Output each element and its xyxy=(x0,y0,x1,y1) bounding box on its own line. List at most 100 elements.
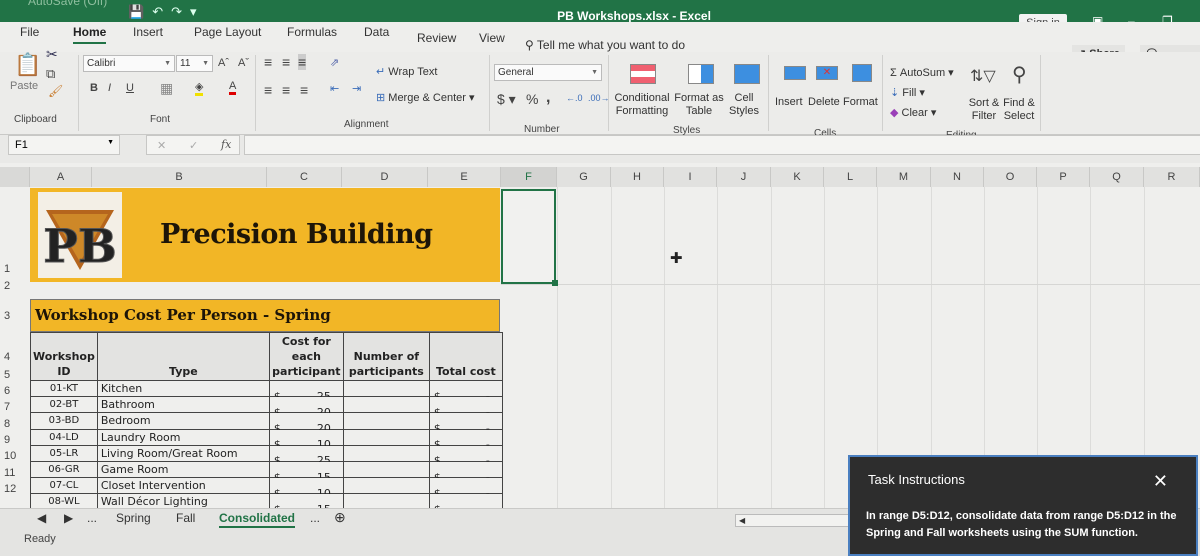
font-size-combo[interactable]: 11 ▼ xyxy=(176,55,213,72)
decrease-decimal-icon[interactable]: .00→ xyxy=(588,93,610,103)
bold-button[interactable]: B xyxy=(90,82,98,94)
fill-handle[interactable] xyxy=(552,280,558,286)
format-as-table-button[interactable]: Format as Table xyxy=(673,92,725,118)
column-header[interactable]: C xyxy=(267,167,342,187)
sheet-tab-consolidated[interactable]: Consolidated xyxy=(219,511,296,528)
cancel-icon[interactable]: ✕ xyxy=(157,139,166,152)
bottom-align-icon[interactable]: ≡ xyxy=(298,54,307,70)
cell-participants[interactable] xyxy=(342,444,430,462)
conditional-formatting-button[interactable]: Conditional Formatting xyxy=(613,92,671,118)
cell-total[interactable]: $- xyxy=(428,493,503,508)
cell-type[interactable]: Game Room xyxy=(96,460,270,479)
column-header[interactable]: P xyxy=(1037,167,1090,187)
copy-icon[interactable]: ⧉ xyxy=(46,66,55,82)
cell-type[interactable]: Wall Décor Lighting xyxy=(96,493,270,508)
row-header[interactable]: 10 xyxy=(0,450,30,462)
tab-data[interactable]: Data xyxy=(364,25,389,39)
format-cells-icon[interactable] xyxy=(852,64,872,82)
column-header[interactable]: I xyxy=(664,167,717,187)
find-icon[interactable]: ⚲ xyxy=(1012,62,1027,87)
cell-cost[interactable]: $20 xyxy=(268,412,344,435)
decrease-font-icon[interactable]: Aˇ xyxy=(238,57,249,69)
cell-styles-button[interactable]: Cell Styles xyxy=(725,92,763,118)
column-header[interactable]: M xyxy=(877,167,931,187)
cell-total[interactable]: $- xyxy=(428,444,503,467)
font-color-icon[interactable]: A xyxy=(229,80,237,95)
column-header[interactable]: E xyxy=(428,167,501,187)
row-header[interactable]: 9 xyxy=(0,434,30,446)
sheet-tab-fall[interactable]: Fall xyxy=(176,511,195,525)
cell-total[interactable]: $- xyxy=(428,379,503,403)
tell-me-search[interactable]: ⚲ Tell me what you want to do xyxy=(525,38,685,52)
new-sheet-icon[interactable]: ⊕ xyxy=(334,509,346,526)
cell-total[interactable]: $- xyxy=(428,460,503,484)
cell-workshop-id[interactable]: 05-LR xyxy=(30,444,98,462)
column-header-selected[interactable]: F xyxy=(501,167,557,187)
scroll-tabs-right-icon[interactable]: ▶ xyxy=(64,511,73,525)
cell-participants[interactable] xyxy=(342,379,430,398)
column-header[interactable]: Q xyxy=(1090,167,1144,187)
cell-workshop-id[interactable]: 07-CL xyxy=(30,477,98,495)
sheet-tab-spring[interactable]: Spring xyxy=(116,511,151,525)
cell-type[interactable]: Bathroom xyxy=(96,396,270,414)
cell-cost[interactable]: $25 xyxy=(268,444,344,467)
column-header[interactable]: O xyxy=(984,167,1037,187)
find-select-button[interactable]: Find & Select xyxy=(998,97,1040,123)
fill-color-icon[interactable]: ◈ xyxy=(195,80,204,96)
cell-cost[interactable]: $10 xyxy=(268,477,344,500)
more-tabs-left[interactable]: ... xyxy=(87,511,97,525)
row-header[interactable]: 7 xyxy=(0,401,30,413)
cell-participants[interactable] xyxy=(342,493,430,508)
cell-workshop-id[interactable]: 06-GR xyxy=(30,460,98,479)
font-name-combo[interactable]: Calibri ▼ xyxy=(83,55,175,72)
cell-type[interactable]: Closet Intervention xyxy=(96,477,270,495)
enter-icon[interactable]: ✓ xyxy=(189,139,198,152)
number-format-combo[interactable]: General ▼ xyxy=(494,64,602,81)
header-cost[interactable]: Cost for each participant xyxy=(268,332,344,381)
borders-icon[interactable]: ▦ xyxy=(160,80,173,97)
cell-workshop-id[interactable]: 08-WL xyxy=(30,493,98,508)
cut-icon[interactable]: ✂ xyxy=(46,46,58,63)
decrease-indent-icon[interactable]: ⇤ xyxy=(330,82,339,95)
tab-insert[interactable]: Insert xyxy=(133,25,163,39)
cell-participants[interactable] xyxy=(342,460,430,479)
cell-total[interactable]: $- xyxy=(428,412,503,435)
scroll-tabs-left-icon[interactable]: ◀ xyxy=(37,511,46,525)
paste-label[interactable]: Paste xyxy=(10,80,38,92)
row-header[interactable]: 8 xyxy=(0,418,30,430)
italic-button[interactable]: I xyxy=(108,82,111,94)
tab-file[interactable]: File xyxy=(20,25,39,39)
top-align-icon[interactable]: ≡ xyxy=(264,54,272,70)
cell-participants[interactable] xyxy=(342,396,430,414)
percent-button[interactable]: % xyxy=(526,91,538,107)
tab-review[interactable]: Review xyxy=(417,31,456,45)
format-painter-icon[interactable]: 🖌 xyxy=(48,84,63,98)
header-workshop-id[interactable]: Workshop ID xyxy=(30,332,98,381)
align-center-icon[interactable]: ≡ xyxy=(282,82,290,98)
cell-type[interactable]: Kitchen xyxy=(96,379,270,398)
cell-total[interactable]: $- xyxy=(428,428,503,451)
select-all-button[interactable] xyxy=(0,167,30,187)
align-left-icon[interactable]: ≡ xyxy=(264,82,272,98)
row-header[interactable]: 4 xyxy=(0,351,30,363)
paste-icon[interactable]: 📋 xyxy=(14,52,41,78)
orientation-icon[interactable]: ⇗ xyxy=(330,56,339,69)
column-header[interactable]: D xyxy=(342,167,428,187)
row-header[interactable]: 3 xyxy=(0,310,30,322)
cell-participants[interactable] xyxy=(342,412,430,430)
row-header[interactable]: 6 xyxy=(0,385,30,397)
delete-cells-icon[interactable]: ✕ xyxy=(816,66,838,80)
row-header[interactable]: 5 xyxy=(0,369,30,381)
tab-view[interactable]: View xyxy=(479,31,505,45)
tab-page-layout[interactable]: Page Layout xyxy=(194,25,261,39)
middle-align-icon[interactable]: ≡ xyxy=(282,54,290,70)
cell-total[interactable]: $- xyxy=(428,396,503,419)
clear-button[interactable]: ◆ Clear ▾ xyxy=(890,106,936,119)
cell-type[interactable]: Laundry Room xyxy=(96,428,270,446)
row-header[interactable]: 2 xyxy=(0,280,30,292)
comma-button[interactable]: , xyxy=(546,89,550,107)
name-box[interactable]: F1 ▼ xyxy=(8,135,120,155)
insert-cells-icon[interactable] xyxy=(784,66,806,80)
cell-cost[interactable]: $15 xyxy=(268,460,344,484)
merge-center-button[interactable]: ⊞ Merge & Center ▾ xyxy=(376,91,475,104)
